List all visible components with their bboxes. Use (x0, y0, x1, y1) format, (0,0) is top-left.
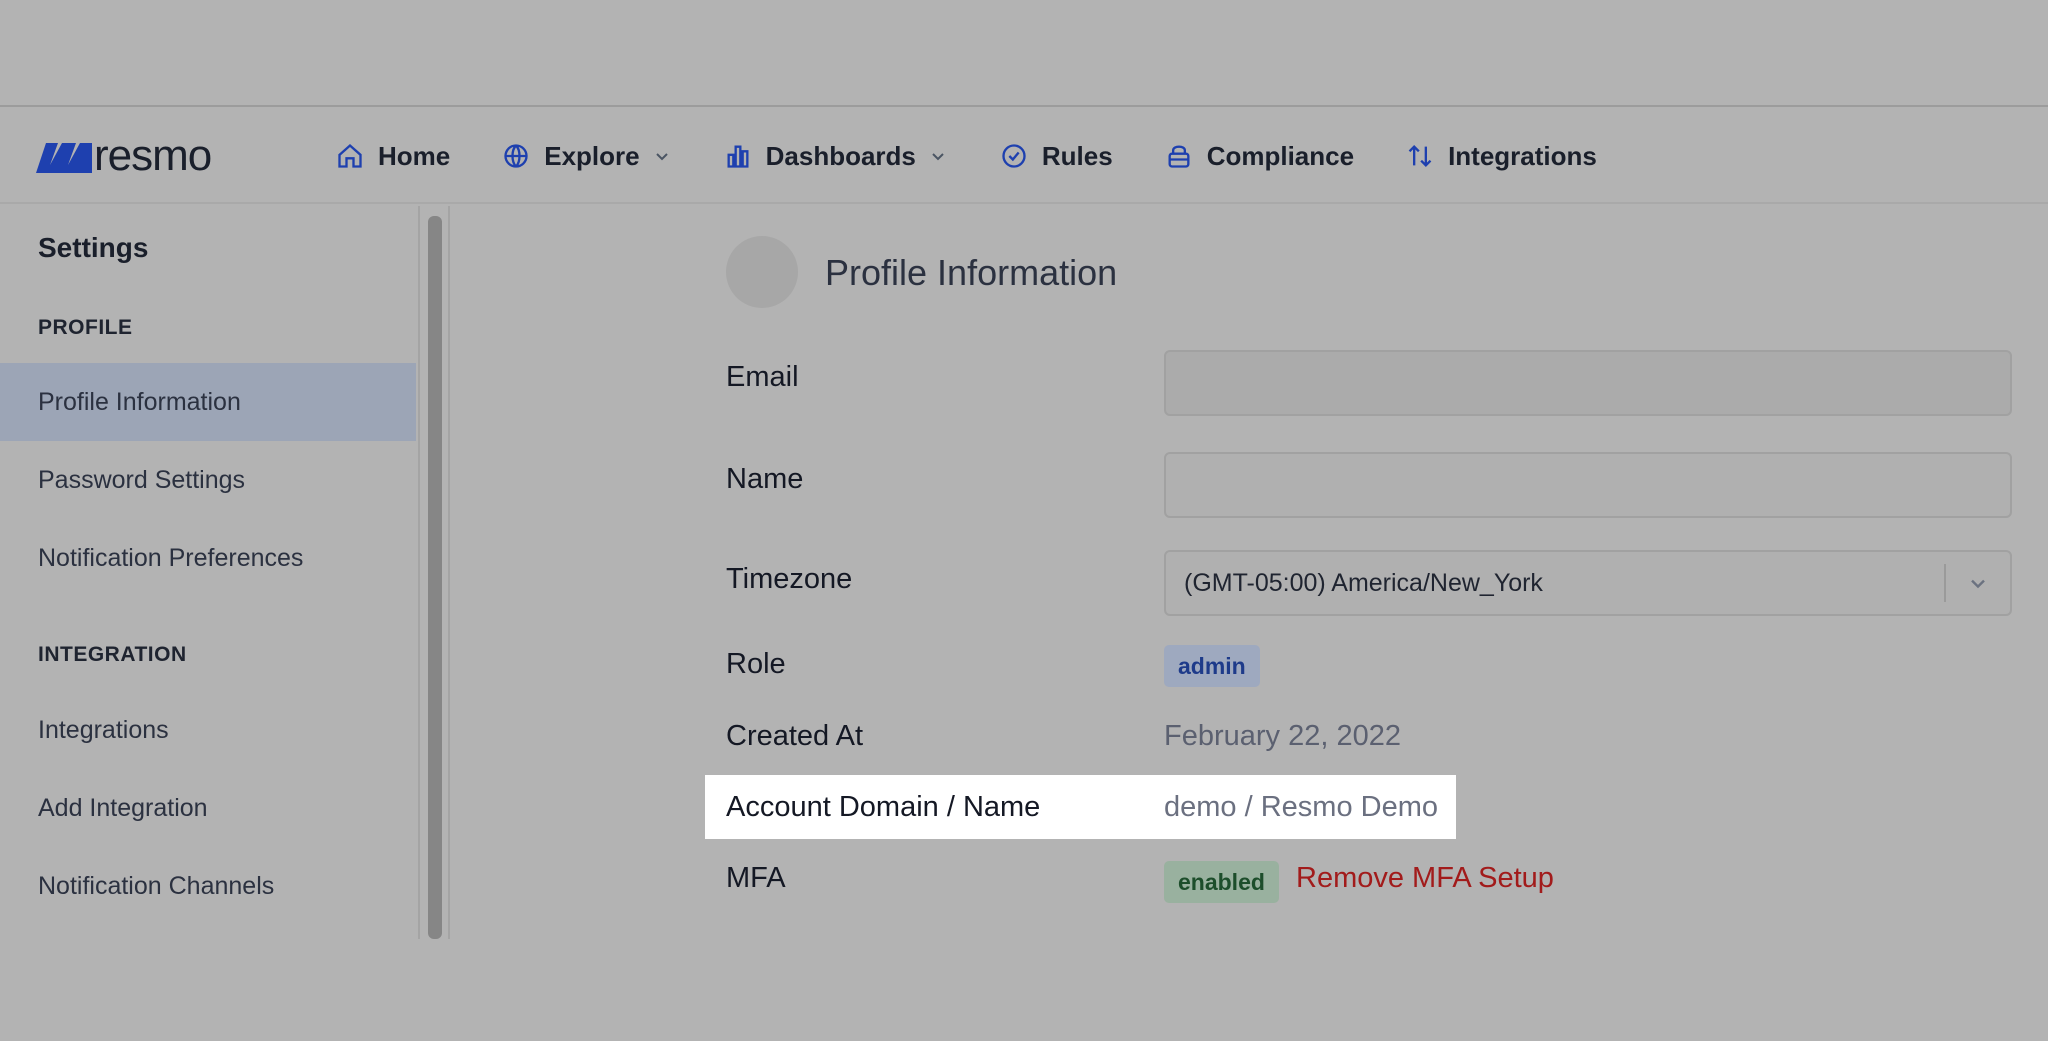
main-nav: Home Explore Dashboards Rules Compliance… (336, 108, 1649, 204)
home-icon (338, 143, 362, 168)
sidebar-item-notification-channels[interactable]: Notification Channels (0, 847, 416, 925)
nav-rules[interactable]: Rules (1000, 141, 1113, 172)
timezone-value: (GMT-05:00) America/New_York (1184, 568, 1543, 597)
sidebar-scrollbar-thumb[interactable] (428, 216, 442, 939)
sidebar-item-label: Password Settings (38, 465, 246, 494)
chevron-down-icon (655, 153, 668, 161)
mfa-label: MFA (726, 862, 786, 894)
top-dimmed-area (0, 0, 2048, 107)
check-circle-icon (1002, 144, 1026, 168)
sidebar-item-label: Notification Channels (38, 871, 275, 900)
logo-wordmark: resmo (94, 131, 212, 180)
nav-compliance[interactable]: Compliance (1165, 141, 1354, 172)
sidebar-section-integration: INTEGRATION (38, 643, 187, 666)
nav-compliance-label: Compliance (1206, 140, 1355, 171)
email-label: Email (726, 361, 799, 393)
sidebar-item-label: Integrations (38, 715, 169, 744)
bottom-dimmed-area (0, 939, 2048, 1041)
nav-dashboards-label: Dashboards (765, 140, 916, 171)
chevron-down-icon (1971, 579, 1985, 589)
role-label: Role (726, 648, 786, 680)
nav-explore-label: Explore (544, 140, 640, 171)
sidebar-scrollbar[interactable] (418, 206, 450, 939)
nav-home-label: Home (378, 140, 451, 171)
account-domain-value: demo / Resmo Demo (1164, 791, 1438, 823)
sidebar-section-profile: PROFILE (38, 316, 133, 339)
account-domain-label: Account Domain / Name (726, 791, 1041, 823)
role-badge: admin (1164, 645, 1260, 687)
sidebar-title: Settings (38, 232, 149, 263)
nav-rules-label: Rules (1041, 140, 1113, 171)
timezone-select[interactable]: (GMT-05:00) America/New_York (1164, 550, 2012, 616)
top-navbar: resmo Home Explore Dashboards Rules Comp… (0, 108, 2048, 204)
email-field[interactable] (1164, 350, 2012, 416)
name-field[interactable] (1164, 452, 2012, 518)
nav-dashboards[interactable]: Dashboards (724, 141, 948, 172)
timezone-label: Timezone (726, 563, 853, 595)
nav-integrations-label: Integrations (1448, 140, 1597, 171)
bar-chart-icon (727, 145, 749, 168)
name-label: Name (726, 463, 804, 495)
nav-integrations[interactable]: Integrations (1406, 141, 1597, 172)
chevron-down-icon (932, 153, 944, 161)
sidebar-item-profile-information[interactable]: Profile Information (0, 363, 416, 441)
globe-icon (504, 144, 528, 168)
nav-explore[interactable]: Explore (502, 141, 671, 172)
created-at-label: Created At (726, 720, 864, 752)
sidebar-item-label: Add Integration (38, 793, 208, 822)
avatar[interactable] (726, 236, 798, 308)
sidebar-item-notification-preferences[interactable]: Notification Preferences (0, 519, 416, 597)
arrows-updown-icon (1408, 145, 1432, 167)
page-title: Profile Information (825, 252, 1118, 293)
resmo-logo[interactable]: resmo (36, 131, 212, 180)
settings-sidebar: Settings PROFILE Profile Information Pas… (0, 206, 418, 939)
mfa-status-badge: enabled (1164, 861, 1279, 903)
sidebar-item-label: Profile Information (38, 387, 241, 416)
sidebar-item-integrations[interactable]: Integrations (0, 691, 416, 769)
created-at-value: February 22, 2022 (1164, 720, 1401, 752)
lock-icon (1168, 145, 1190, 168)
nav-home[interactable]: Home (336, 141, 450, 172)
sidebar-item-label: Notification Preferences (38, 543, 304, 572)
sidebar-item-add-integration[interactable]: Add Integration (0, 769, 416, 847)
resmo-logo-mark-icon (36, 143, 92, 173)
remove-mfa-link[interactable]: Remove MFA Setup (1296, 862, 1554, 895)
timezone-dropdown-toggle[interactable] (1946, 571, 2010, 595)
sidebar-item-password-settings[interactable]: Password Settings (0, 441, 416, 519)
